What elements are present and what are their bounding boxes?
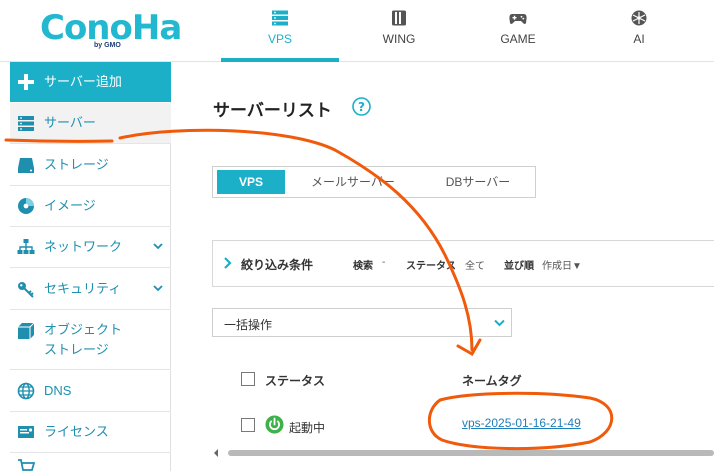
filter-sort-value: 作成日▼ bbox=[542, 261, 582, 272]
nav-tab-vps[interactable]: VPS bbox=[221, 0, 339, 62]
sidebar-item-label: サーバー bbox=[44, 115, 96, 130]
nav-tab-game[interactable]: GAME bbox=[459, 0, 577, 61]
cart-icon bbox=[18, 459, 35, 471]
globe-icon bbox=[17, 382, 35, 400]
sidebar-item-label: ネットワーク bbox=[44, 239, 123, 254]
sidebar-item-label: オブジェクト ストレージ bbox=[44, 320, 122, 360]
server-name-link[interactable]: vps-2025-01-16-21-49 bbox=[462, 416, 581, 430]
chevron-down-icon bbox=[153, 243, 163, 250]
server-type-tabs: VPS メールサーバー DBサーバー bbox=[212, 166, 536, 198]
conoha-logo[interactable]: ConoHa by GMO bbox=[40, 8, 182, 56]
network-icon bbox=[17, 239, 35, 254]
filter-search-key: 検索 bbox=[353, 261, 373, 272]
select-all-checkbox[interactable] bbox=[241, 372, 255, 386]
license-card-icon bbox=[18, 426, 34, 438]
filter-title: 絞り込み条件 bbox=[241, 258, 314, 272]
tab-mail-server[interactable]: メールサーバー bbox=[293, 170, 413, 194]
sidebar-item-label: ライセンス bbox=[44, 424, 109, 439]
nav-tab-label: AI bbox=[633, 32, 645, 46]
label-line-1: オブジェクト bbox=[44, 322, 123, 337]
nav-tab-ai[interactable]: AI bbox=[580, 0, 698, 61]
cube-icon bbox=[18, 322, 35, 339]
chevron-right-icon bbox=[224, 257, 232, 269]
scrollbar-thumb[interactable] bbox=[228, 450, 714, 456]
nav-tab-label: WING bbox=[382, 32, 416, 46]
sidebar-item-object-storage[interactable]: オブジェクト ストレージ bbox=[10, 310, 171, 370]
server-icon bbox=[18, 116, 34, 131]
server-stack-icon bbox=[272, 10, 288, 26]
gamepad-icon bbox=[509, 14, 527, 24]
sidebar-item-license[interactable]: ライセンス bbox=[10, 412, 171, 453]
sidebar-item-label: DNS bbox=[44, 383, 72, 398]
filter-status-key: ステータス bbox=[406, 261, 456, 272]
nav-tab-wing[interactable]: WING bbox=[340, 0, 458, 61]
sidebar-item-image[interactable]: イメージ bbox=[10, 186, 171, 227]
page-title: サーバーリスト bbox=[213, 101, 332, 120]
label-line-2: ストレージ bbox=[44, 342, 109, 357]
filter-search-value: - bbox=[382, 257, 386, 268]
tab-vps[interactable]: VPS bbox=[217, 170, 285, 194]
sidebar-item-label: セキュリティ bbox=[44, 281, 122, 296]
image-disc-icon bbox=[18, 198, 34, 214]
power-on-icon bbox=[265, 415, 284, 434]
sidebar-item-add-server[interactable]: サーバー追加 bbox=[10, 62, 171, 102]
column-header-status[interactable]: ステータス bbox=[265, 372, 325, 389]
sidebar-item-partial[interactable] bbox=[10, 453, 171, 471]
annotation-arrowhead bbox=[456, 338, 482, 357]
column-header-name-tag[interactable]: ネームタグ bbox=[462, 372, 522, 389]
svg-text:?: ? bbox=[358, 100, 365, 114]
sidebar-item-security[interactable]: セキュリティ bbox=[10, 269, 171, 310]
horizontal-scrollbar[interactable] bbox=[212, 448, 714, 458]
chevron-down-icon bbox=[494, 319, 505, 327]
nav-tab-label: GAME bbox=[500, 32, 536, 46]
filter-status-value: 全て bbox=[465, 261, 485, 272]
key-icon bbox=[18, 282, 34, 298]
book-icon bbox=[392, 10, 406, 26]
sidebar-item-server[interactable]: サーバー bbox=[10, 103, 171, 144]
server-status-text: 起動中 bbox=[289, 421, 326, 435]
top-header: ConoHa by GMO VPS WING GAME AI bbox=[0, 0, 714, 62]
sidebar: サーバー追加 サーバー ストレージ イメージ ネットワーク セキュリティ オブジ… bbox=[0, 62, 171, 471]
bulk-action-select[interactable]: 一括操作 bbox=[212, 308, 512, 337]
sidebar-item-dns[interactable]: DNS bbox=[10, 371, 171, 412]
sidebar-item-network[interactable]: ネットワーク bbox=[10, 227, 171, 268]
logo-subtext: by GMO bbox=[94, 42, 121, 49]
row-checkbox[interactable] bbox=[241, 418, 255, 432]
sidebar-item-label: サーバー追加 bbox=[44, 74, 122, 89]
tab-db-server[interactable]: DBサーバー bbox=[423, 170, 533, 194]
sidebar-item-storage[interactable]: ストレージ bbox=[10, 145, 171, 186]
ai-network-icon bbox=[631, 10, 647, 26]
bulk-action-label: 一括操作 bbox=[224, 318, 273, 332]
disk-icon bbox=[18, 158, 34, 173]
help-icon[interactable]: ? bbox=[352, 97, 371, 116]
scroll-left-arrow-icon[interactable] bbox=[212, 448, 220, 458]
filter-sort-key: 並び順 bbox=[504, 261, 534, 272]
filter-bar[interactable]: 絞り込み条件 検索 - ステータス 全て 並び順 作成日▼ bbox=[212, 240, 714, 287]
sidebar-item-label: ストレージ bbox=[44, 157, 109, 172]
plus-icon bbox=[18, 74, 34, 90]
sidebar-item-label: イメージ bbox=[44, 198, 96, 213]
chevron-down-icon bbox=[153, 285, 163, 292]
nav-tab-label: VPS bbox=[267, 32, 292, 46]
